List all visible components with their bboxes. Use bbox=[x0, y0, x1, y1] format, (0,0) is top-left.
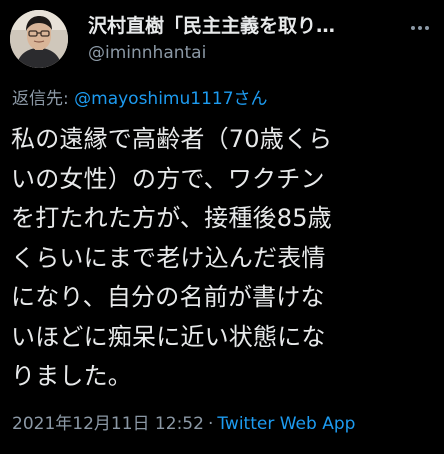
tweet-text-line: くらいにまで老け込んだ表情 bbox=[11, 243, 326, 272]
tweet-source-link[interactable]: Twitter Web App bbox=[217, 414, 355, 434]
tweet-timestamp[interactable]: 2021年12月11日 12:52 bbox=[12, 414, 204, 434]
tweet-meta: 2021年12月11日 12:52 · Twitter Web App bbox=[12, 412, 355, 436]
reply-label: 返信先: bbox=[12, 89, 69, 109]
tweet-text-line: いの女性）の方で、ワクチン bbox=[11, 164, 325, 193]
meta-separator: · bbox=[207, 414, 214, 434]
tweet-text-line: 私の遠縁で高齢者（70歳くら bbox=[11, 125, 333, 153]
tweet-header: 沢村直樹「民主主義を取り… @iminnhantai bbox=[10, 8, 434, 68]
reply-to-link[interactable]: @mayoshimu1117さん bbox=[74, 89, 267, 109]
more-dots-icon bbox=[425, 26, 429, 30]
tweet-text-line: になり、自分の名前が書けな bbox=[11, 283, 325, 311]
tweet-text: 私の遠縁で高齢者（70歳くら いの女性）の方で、ワクチン を打たれた方が、接種後… bbox=[11, 120, 437, 397]
author-info: 沢村直樹「民主主義を取り… @iminnhantai bbox=[88, 14, 434, 64]
author-handle[interactable]: @iminnhantai bbox=[88, 42, 434, 64]
author-display-name[interactable]: 沢村直樹「民主主義を取り… bbox=[88, 14, 434, 38]
more-options-button[interactable] bbox=[406, 20, 434, 36]
tweet-text-line: りました。 bbox=[11, 362, 132, 390]
more-dots-icon bbox=[418, 26, 422, 30]
avatar[interactable] bbox=[10, 10, 68, 68]
person-photo-icon bbox=[10, 10, 68, 68]
tweet-card: 沢村直樹「民主主義を取り… @iminnhantai 返信先: @mayoshi… bbox=[0, 0, 444, 454]
more-dots-icon bbox=[411, 26, 415, 30]
tweet-text-line: を打たれた方が、接種後85歳 bbox=[11, 204, 332, 232]
tweet-text-line: いほどに痴呆に近い状態にな bbox=[11, 322, 326, 351]
reply-context: 返信先: @mayoshimu1117さん bbox=[12, 88, 268, 110]
